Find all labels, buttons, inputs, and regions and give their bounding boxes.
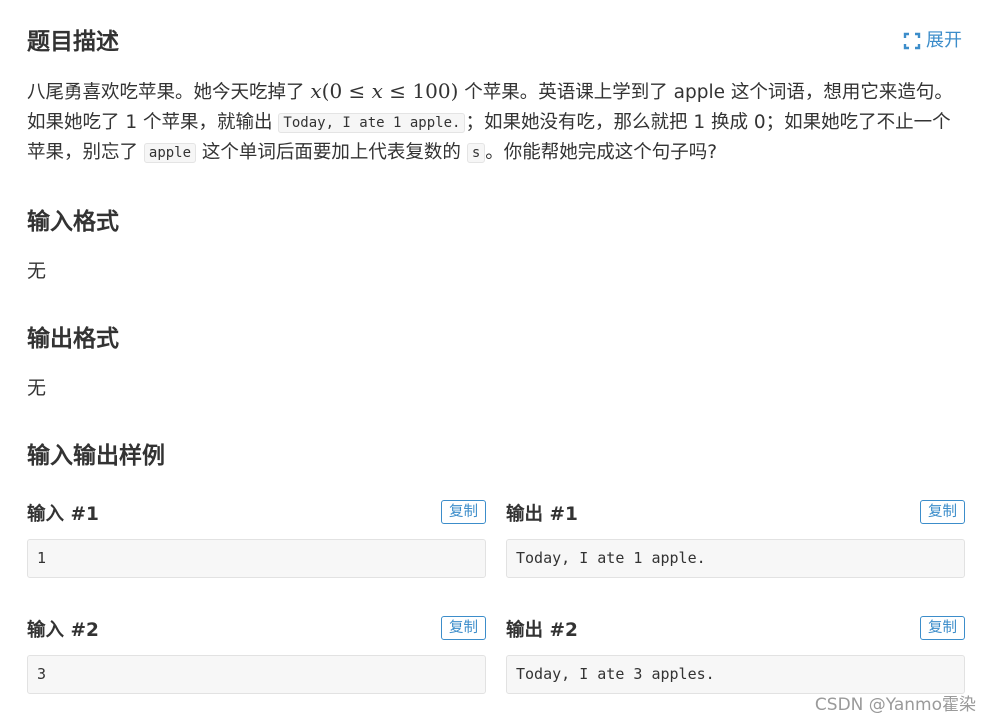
input-format-title: 输入格式	[27, 209, 119, 235]
sample-input-box[interactable]: 3	[27, 655, 486, 694]
expand-label: 展开	[926, 30, 962, 51]
copy-output-2-button[interactable]: 复制	[920, 616, 965, 640]
sample-output-label: 输出 #2	[506, 620, 578, 641]
description-text: 八尾勇喜欢吃苹果。她今天吃掉了 x(0 ≤ x ≤ 100) 个苹果。英语课上学…	[27, 76, 965, 168]
inline-code-sentence: Today, I ate 1 apple.	[278, 113, 466, 133]
math-open: (0 ≤	[321, 79, 372, 103]
output-format-text: 无	[27, 377, 47, 399]
math-expression: x(0 ≤ x ≤ 100)	[310, 79, 458, 103]
inline-code-apple: apple	[143, 143, 197, 163]
sample-input-label: 输入 #1	[27, 504, 99, 525]
sample-output-box[interactable]: Today, I ate 3 apples.	[506, 655, 965, 694]
copy-input-2-button[interactable]: 复制	[441, 616, 486, 640]
expand-button[interactable]: 展开	[903, 28, 962, 54]
sample-input-label: 输入 #2	[27, 620, 99, 641]
description-text-5: 。你能帮她完成这个句子吗?	[485, 142, 718, 163]
sample-output-label: 输出 #1	[506, 504, 578, 525]
inline-code-s: s	[466, 143, 486, 163]
description-text-4: 这个单词后面要加上代表复数的	[196, 142, 467, 163]
input-format-text: 无	[27, 260, 47, 282]
watermark: CSDN @Yanmo霍染	[814, 695, 976, 715]
expand-brackets-icon	[903, 32, 921, 50]
description-text-1: 八尾勇喜欢吃苹果。她今天吃掉了	[27, 82, 311, 103]
sample-output-box[interactable]: Today, I ate 1 apple.	[506, 539, 965, 578]
output-format-title: 输出格式	[27, 326, 119, 352]
samples-title: 输入输出样例	[27, 443, 165, 469]
math-x2: x	[371, 79, 383, 103]
copy-input-1-button[interactable]: 复制	[441, 500, 486, 524]
description-title: 题目描述	[27, 29, 119, 55]
copy-output-1-button[interactable]: 复制	[920, 500, 965, 524]
math-close: ≤ 100)	[382, 79, 459, 103]
sample-input-box[interactable]: 1	[27, 539, 486, 578]
math-x: x	[310, 79, 322, 103]
